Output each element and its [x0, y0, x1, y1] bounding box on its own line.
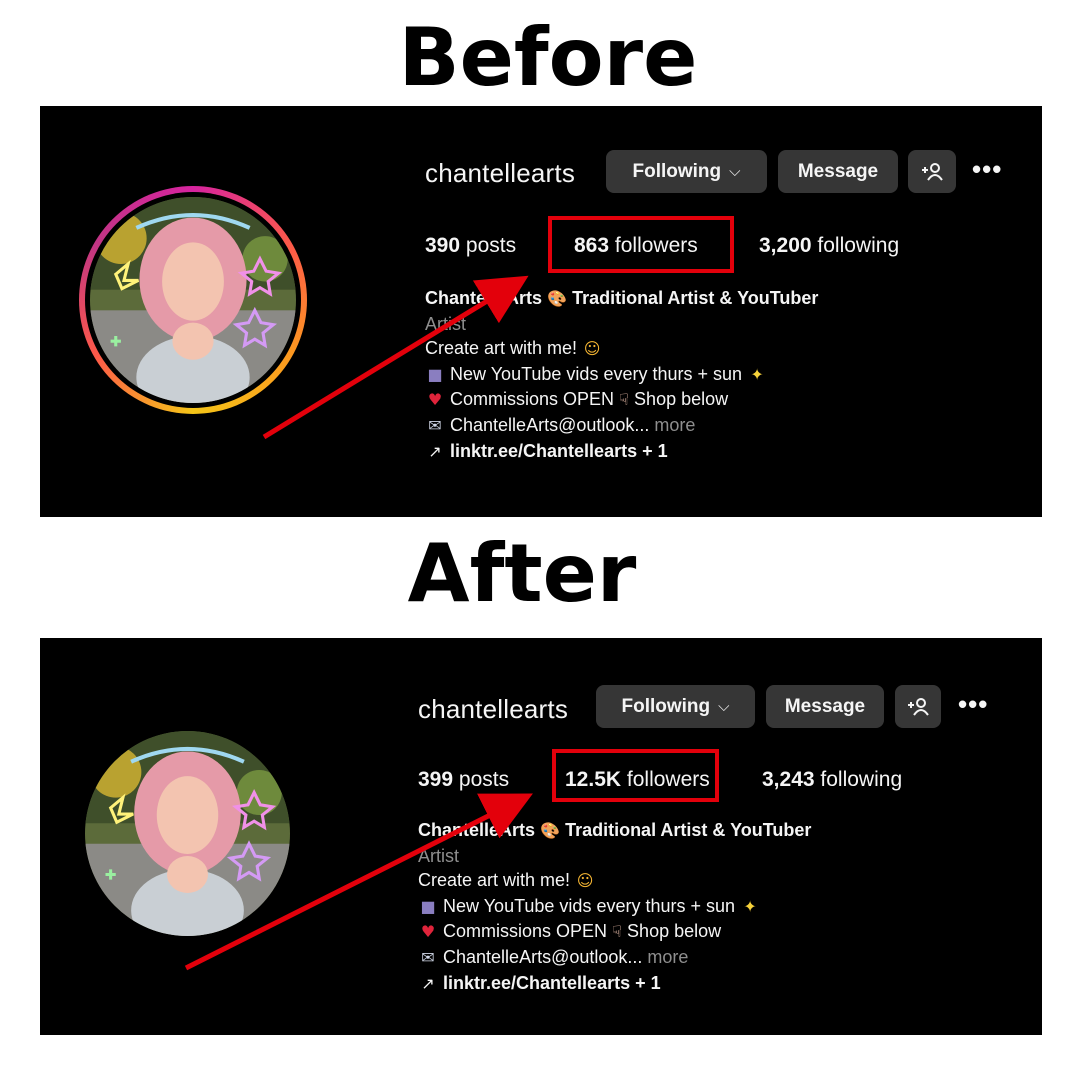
after-heading: After — [407, 527, 637, 620]
username: chantellearts — [418, 694, 569, 724]
bio-line-1: Create art with me! ☺ — [425, 336, 818, 362]
movie-camera-icon: ■ — [420, 896, 436, 916]
message-button[interactable]: Message — [778, 150, 898, 193]
add-person-icon — [922, 162, 943, 181]
bio-line-2: ■ New YouTube vids every thurs + sun ✦ — [418, 894, 811, 920]
following-button[interactable]: Following ⌵ — [606, 150, 767, 193]
posts-count: 390 posts — [425, 234, 517, 257]
followers-highlight-box — [548, 216, 734, 273]
avatar[interactable] — [90, 197, 296, 403]
envelope-icon: ✉ — [428, 415, 442, 435]
pointing-down-icon: ☟ — [619, 390, 629, 410]
avatar-photo — [90, 197, 296, 403]
bio-line-3: ♥ Commissions OPEN ☟ Shop below — [425, 387, 818, 413]
smiling-face-with-hearts-icon: ☺ — [576, 871, 594, 891]
heart-icon: ♥ — [427, 390, 443, 410]
bio-line-3: ♥ Commissions OPEN ☟ Shop below — [418, 919, 811, 945]
link-icon: ↗ — [428, 441, 442, 461]
palette-icon: 🎨 — [540, 821, 560, 840]
message-button[interactable]: Message — [766, 685, 884, 728]
avatar[interactable] — [85, 731, 290, 936]
add-person-button[interactable] — [908, 150, 956, 193]
sparkles-icon: ✦ — [743, 896, 757, 916]
bio-category: Artist — [425, 313, 467, 334]
bio: ChantelleArts 🎨 Traditional Artist & You… — [425, 286, 818, 464]
add-person-icon — [908, 697, 929, 716]
more-link[interactable]: more — [647, 947, 688, 967]
more-options-icon[interactable]: ••• — [958, 689, 988, 720]
movie-camera-icon: ■ — [427, 364, 443, 384]
palette-icon: 🎨 — [547, 289, 567, 308]
bio-link[interactable]: ↗ linktr.ee/Chantellearts + 1 — [418, 971, 811, 997]
before-heading: Before — [398, 11, 698, 104]
followers-highlight-box — [552, 749, 719, 802]
bio: ChantelleArts 🎨 Traditional Artist & You… — [418, 818, 811, 996]
before-profile-panel: chantellearts Following ⌵ Message ••• 39… — [40, 106, 1042, 517]
bio-line-1: Create art with me! ☺ — [418, 868, 811, 894]
add-person-button[interactable] — [895, 685, 941, 728]
smiling-face-with-hearts-icon: ☺ — [583, 339, 601, 359]
following-button-label: Following — [632, 160, 722, 182]
link-icon: ↗ — [421, 973, 435, 993]
after-profile-panel: chantellearts Following ⌵ Message ••• 39… — [40, 638, 1042, 1035]
more-options-icon[interactable]: ••• — [972, 154, 1002, 185]
sparkles-icon: ✦ — [750, 364, 764, 384]
following-button-label: Following — [621, 695, 711, 717]
chevron-down-icon: ⌵ — [718, 698, 730, 715]
following-button[interactable]: Following ⌵ — [596, 685, 755, 728]
bio-name-line: ChantelleArts 🎨 Traditional Artist & You… — [418, 818, 811, 844]
bio-category: Artist — [418, 845, 460, 866]
heart-icon: ♥ — [420, 922, 436, 942]
envelope-icon: ✉ — [421, 947, 435, 967]
pointing-down-icon: ☟ — [612, 922, 622, 942]
following-count[interactable]: 3,243 following — [762, 768, 902, 792]
posts-count: 399 posts — [418, 768, 510, 791]
bio-line-4: ✉ ChantelleArts@outlook... more — [418, 945, 811, 971]
more-link[interactable]: more — [654, 415, 695, 435]
username: chantellearts — [425, 158, 576, 188]
bio-link[interactable]: ↗ linktr.ee/Chantellearts + 1 — [425, 439, 818, 465]
bio-name-line: ChantelleArts 🎨 Traditional Artist & You… — [425, 286, 818, 312]
chevron-down-icon: ⌵ — [729, 163, 741, 180]
avatar-photo — [85, 731, 290, 936]
following-count[interactable]: 3,200 following — [759, 234, 899, 258]
bio-line-2: ■ New YouTube vids every thurs + sun ✦ — [425, 362, 818, 388]
bio-line-4: ✉ ChantelleArts@outlook... more — [425, 413, 818, 439]
